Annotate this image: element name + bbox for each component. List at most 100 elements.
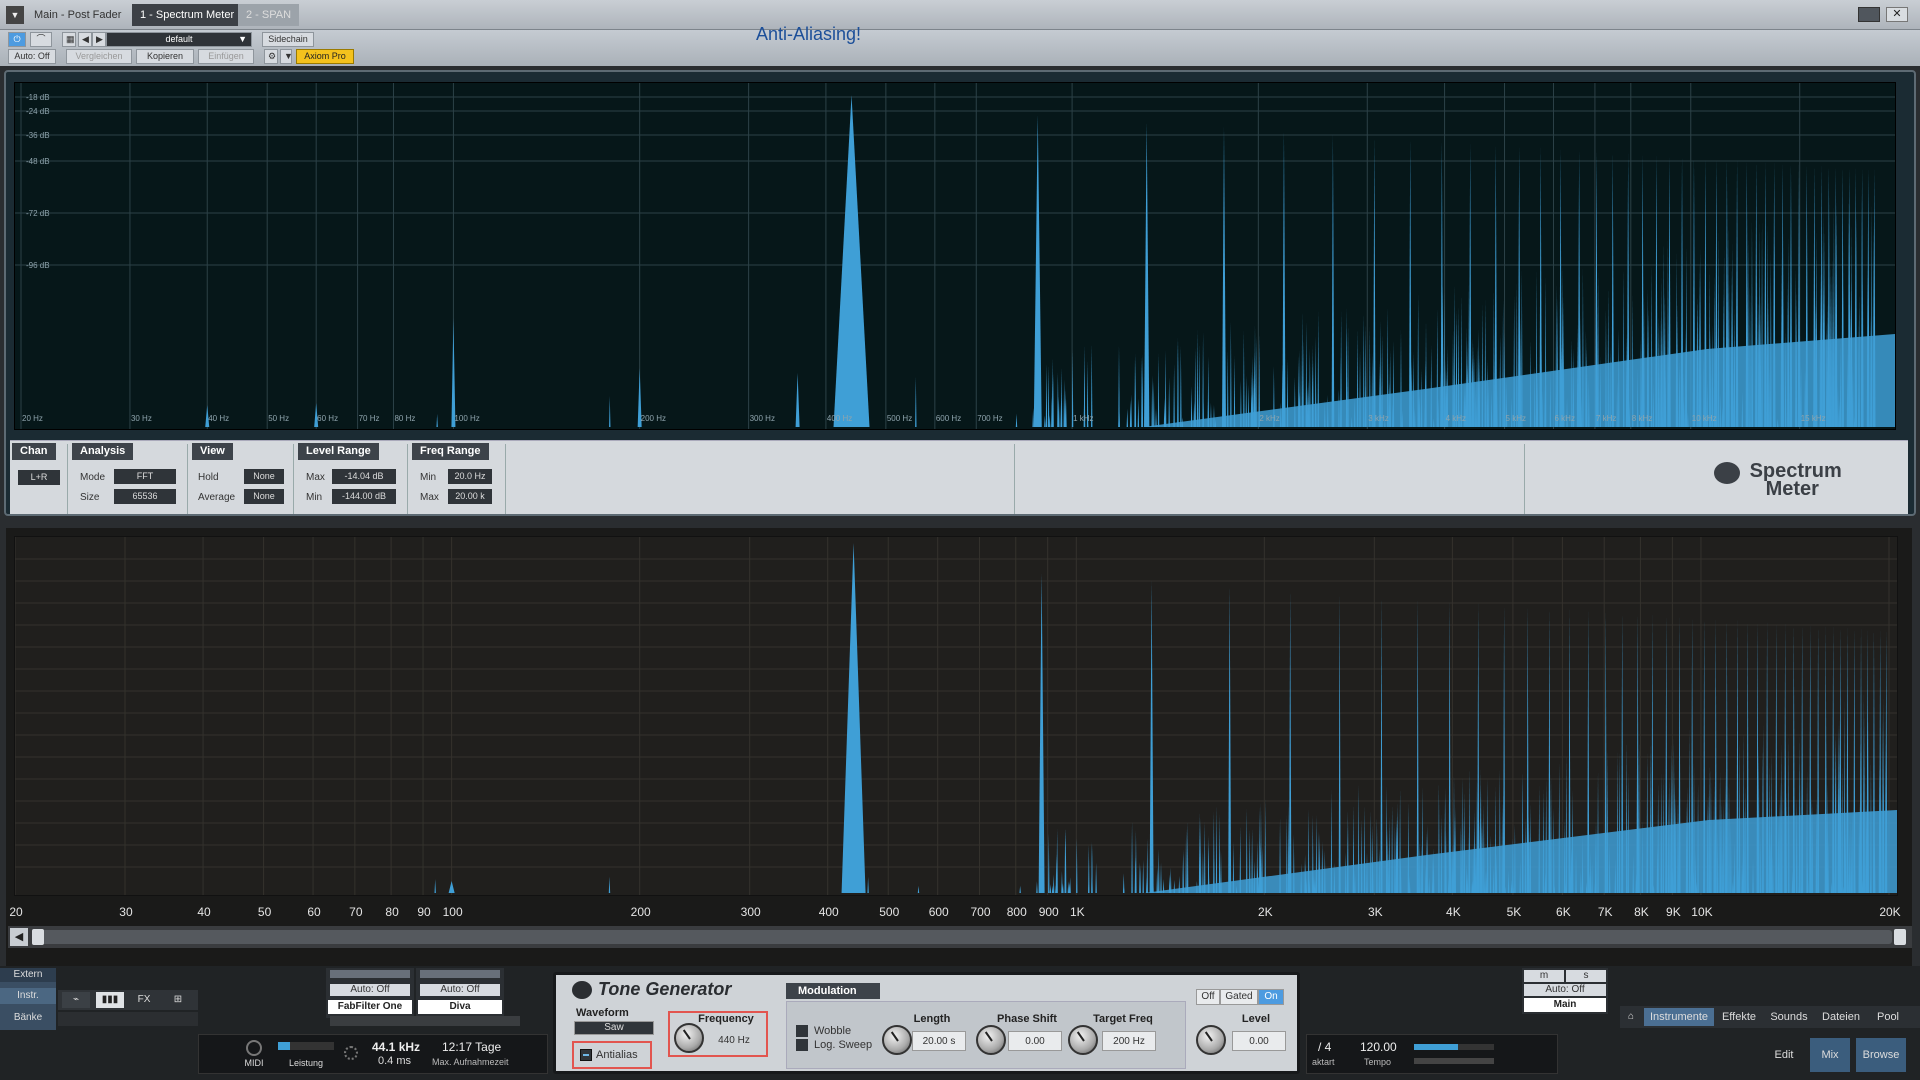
frequency-value[interactable]: 440 Hz: [706, 1031, 762, 1051]
browser-tab-instruments[interactable]: Instrumente: [1644, 1008, 1714, 1026]
target-freq-knob[interactable]: [1068, 1025, 1098, 1055]
solo-button[interactable]: s: [1566, 970, 1606, 982]
banks-button[interactable]: Bänke: [0, 1010, 56, 1026]
span-freq-label: 500: [879, 905, 900, 919]
span-freq-label: 4K: [1446, 905, 1461, 919]
freq-label: 30 Hz: [130, 414, 152, 423]
length-value[interactable]: 20.00 s: [912, 1031, 966, 1051]
tab-span[interactable]: 2 - SPAN: [238, 4, 300, 26]
size-select[interactable]: 65536: [114, 489, 176, 504]
browse-view-button[interactable]: Browse: [1856, 1038, 1906, 1072]
freq-label: 3 kHz: [1368, 414, 1389, 423]
mix-view-button[interactable]: Mix: [1810, 1038, 1850, 1072]
fabfilter-name[interactable]: FabFilter One: [328, 1000, 412, 1014]
mixer-scrollbar[interactable]: [330, 1016, 520, 1026]
cpu-spinner-icon: [344, 1046, 358, 1060]
span-harmonic-spike: [1338, 593, 1341, 893]
freq-min-label: Min: [420, 472, 437, 483]
level-min-field[interactable]: -144.00 dB: [332, 489, 396, 504]
freq-max-field[interactable]: 20.00 k: [448, 489, 492, 504]
gate-on-button[interactable]: On: [1258, 989, 1284, 1005]
paste-button[interactable]: Einfügen: [198, 49, 254, 64]
main-name[interactable]: Main: [1524, 998, 1606, 1012]
span-freq-label: 7K: [1597, 905, 1613, 919]
scroll-thumb[interactable]: [32, 929, 44, 945]
chan-select[interactable]: L+R: [18, 470, 60, 485]
phase-shift-value[interactable]: 0.00: [1008, 1031, 1062, 1051]
span-alias-spike: [1142, 860, 1144, 893]
span-alias-spike: [1052, 874, 1055, 893]
antialias-checkbox[interactable]: [580, 1049, 592, 1061]
freq-label: 5 kHz: [1505, 414, 1526, 423]
preset-select[interactable]: default ▼: [106, 32, 252, 47]
extern-button[interactable]: Extern: [0, 968, 56, 982]
browser-tab-sounds[interactable]: Sounds: [1764, 1008, 1814, 1026]
length-knob[interactable]: [882, 1025, 912, 1055]
prev-preset-icon[interactable]: ◀: [78, 32, 92, 47]
freq-label: 4 kHz: [1445, 414, 1467, 423]
wobble-label: Wobble: [814, 1025, 852, 1037]
span-horizontal-scrollbar[interactable]: ◀: [8, 926, 1912, 948]
copy-button[interactable]: Kopieren: [136, 49, 194, 64]
scroll-track[interactable]: [32, 930, 1892, 944]
device-button[interactable]: Axiom Pro: [296, 49, 354, 64]
span-harmonic-spike: [1038, 573, 1045, 893]
compare-button[interactable]: Vergleichen: [66, 49, 132, 64]
tab-main-post-fader[interactable]: Main - Post Fader: [26, 4, 129, 26]
freq-label: 200 Hz: [640, 414, 667, 423]
device-chevron-down-icon[interactable]: ▼: [280, 49, 293, 64]
level-max-field[interactable]: -14.04 dB: [332, 469, 396, 484]
browser-tab-files[interactable]: Dateien: [1816, 1008, 1866, 1026]
waveform-select[interactable]: Saw: [574, 1021, 654, 1035]
scroll-thumb-right[interactable]: [1894, 929, 1906, 945]
frequency-knob[interactable]: [674, 1023, 704, 1053]
route-icon[interactable]: ⊞: [164, 992, 192, 1008]
freq-label: 8 kHz: [1631, 414, 1653, 423]
gate-off-button[interactable]: Off: [1196, 989, 1220, 1005]
browser-tab-effects[interactable]: Effekte: [1716, 1008, 1762, 1026]
main-auto-button[interactable]: Auto: Off: [1524, 984, 1606, 996]
fabfilter-auto-button[interactable]: Auto: Off: [330, 984, 410, 996]
wobble-checkbox[interactable]: [796, 1025, 808, 1037]
power-icon[interactable]: ⏻: [8, 32, 26, 47]
diva-auto-button[interactable]: Auto: Off: [420, 984, 500, 996]
settings-gear-icon[interactable]: ⚙: [264, 49, 278, 64]
pin-icon[interactable]: [1858, 7, 1880, 22]
diva-name[interactable]: Diva: [418, 1000, 502, 1014]
mute-button[interactable]: m: [1524, 970, 1564, 982]
tempo-value[interactable]: 120.00: [1360, 1040, 1397, 1054]
spectrum-meter-display: [14, 82, 1896, 430]
next-preset-icon[interactable]: ▶: [92, 32, 106, 47]
fx-icon[interactable]: FX: [130, 992, 158, 1008]
scroll-left-icon[interactable]: ◀: [10, 928, 28, 946]
sample-rate: 44.1 kHz: [372, 1040, 421, 1054]
mode-select[interactable]: FFT: [114, 469, 176, 484]
span-harmonic-spike: [1288, 590, 1292, 893]
average-select[interactable]: None: [244, 489, 284, 504]
harmonic-spike: [1144, 122, 1150, 428]
menu-chevron-down-icon[interactable]: ▼: [6, 6, 24, 24]
freq-min-field[interactable]: 20.0 Hz: [448, 469, 492, 484]
span-alias-spike: [1091, 843, 1093, 893]
edit-view-button[interactable]: Edit: [1764, 1038, 1804, 1072]
preset-grid-icon[interactable]: ▦: [62, 32, 76, 47]
browser-tab-pool[interactable]: Pool: [1868, 1008, 1908, 1026]
gate-gated-button[interactable]: Gated: [1220, 989, 1258, 1005]
hold-select[interactable]: None: [244, 469, 284, 484]
level-value[interactable]: 0.00: [1232, 1031, 1286, 1051]
target-freq-value[interactable]: 200 Hz: [1102, 1031, 1156, 1051]
mixer-small-icon[interactable]: ⌁: [62, 992, 90, 1008]
level-knob[interactable]: [1196, 1025, 1226, 1055]
instr-button[interactable]: Instr.: [0, 988, 56, 1004]
phase-shift-knob[interactable]: [976, 1025, 1006, 1055]
auto-off-button[interactable]: Auto: Off: [8, 49, 56, 64]
log-sweep-checkbox[interactable]: [796, 1039, 808, 1051]
sidechain-button[interactable]: Sidechain: [262, 32, 314, 47]
channel-strip-diva: Auto: Off Diva: [416, 968, 504, 1018]
mixer-large-icon[interactable]: ▮▮▮: [96, 992, 124, 1008]
bank-scroll[interactable]: [58, 1012, 198, 1026]
tab-spectrum-meter[interactable]: 1 - Spectrum Meter: [132, 4, 243, 26]
bypass-icon[interactable]: ⌒: [30, 32, 52, 47]
close-icon[interactable]: ✕: [1886, 7, 1908, 22]
home-icon[interactable]: ⌂: [1622, 1008, 1640, 1026]
